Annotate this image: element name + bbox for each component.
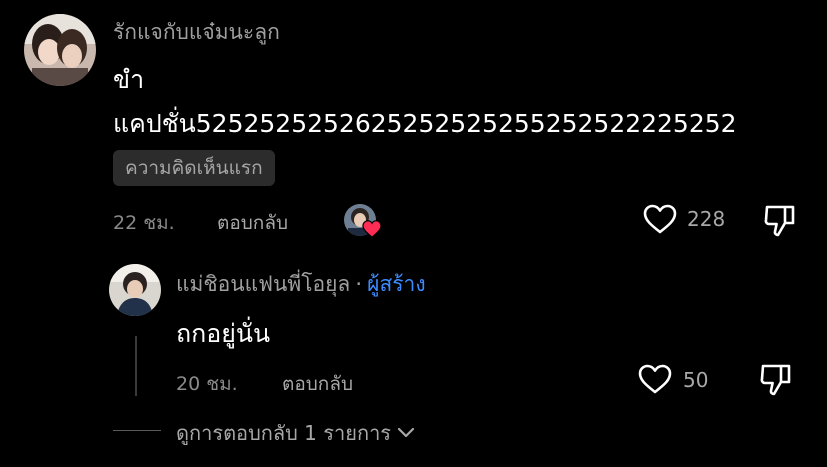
comment-like-button[interactable]: [642, 203, 678, 235]
comment-dislike-button[interactable]: [762, 203, 798, 239]
heart-outline-icon[interactable]: [642, 203, 678, 235]
commenter-username[interactable]: รักแจกับแจ๋มนะลูก: [113, 16, 280, 49]
view-replies-label[interactable]: ดูการตอบกลับ 1 รายการ: [176, 417, 391, 449]
red-heart-icon: [362, 220, 382, 238]
thumbs-down-icon[interactable]: [758, 362, 794, 398]
comment-reply-button[interactable]: ตอบกลับ: [217, 208, 288, 238]
reply-author-username[interactable]: แม่ชิอนแฟนพี่โอยุล: [176, 272, 350, 296]
view-replies-divider: [113, 430, 161, 431]
creator-label: ผู้สร้าง: [367, 272, 426, 296]
reply-like-button[interactable]: [637, 363, 673, 395]
separator-dot: ·: [355, 272, 363, 296]
reply-header: แม่ชิอนแฟนพี่โอยุล · ผู้สร้าง: [176, 268, 426, 301]
reply-timestamp: 20 ชม.: [176, 373, 238, 395]
chevron-down-icon[interactable]: [397, 427, 415, 439]
reply-reply-button[interactable]: ตอบกลับ: [282, 369, 353, 399]
thumbs-down-icon[interactable]: [762, 203, 798, 239]
reply-like-count: 50: [683, 368, 709, 392]
comment-like-count: 228: [687, 207, 726, 231]
commenter-avatar[interactable]: [24, 14, 96, 86]
comment-timestamp: 22 ชม.: [113, 212, 175, 234]
view-replies-button[interactable]: ดูการตอบกลับ 1 รายการ: [176, 417, 415, 449]
thread-line: [135, 336, 137, 396]
comment-text-line-2: แคปชั่น525252525262525252525525252222525…: [113, 109, 737, 138]
comment-text-line-1: ขำ: [113, 65, 145, 94]
creator-liked-indicator: [344, 204, 384, 240]
reply-dislike-button[interactable]: [758, 362, 794, 398]
heart-outline-icon[interactable]: [637, 363, 673, 395]
reply-text: ถกอยู่นั่น: [176, 319, 271, 348]
first-comment-badge: ความคิดเห็นแรก: [113, 150, 275, 186]
reply-author-avatar[interactable]: [109, 264, 161, 316]
